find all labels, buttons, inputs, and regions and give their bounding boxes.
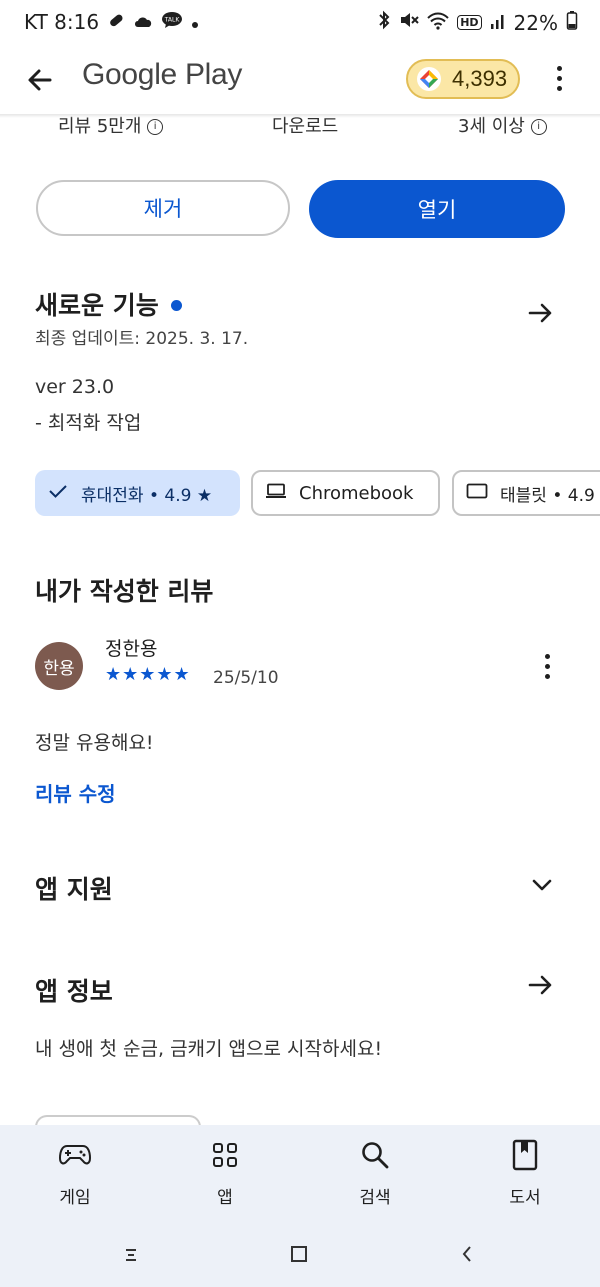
open-button[interactable]: 열기 — [309, 180, 565, 238]
nav-books[interactable]: 도서 — [475, 1139, 575, 1208]
book-icon — [475, 1139, 575, 1171]
mute-icon — [399, 10, 419, 35]
apps-grid-icon — [175, 1139, 275, 1171]
chip-chromebook-label: Chromebook — [299, 482, 414, 504]
app-support-title[interactable]: 앱 지원 — [35, 870, 113, 906]
page-title: Google Play — [82, 58, 243, 91]
chevron-down-icon[interactable] — [527, 870, 557, 900]
uninstall-button[interactable]: 제거 — [36, 180, 290, 236]
search-icon — [325, 1139, 425, 1171]
last-updated: 최종 업데이트: 2025. 3. 17. — [35, 329, 249, 349]
dot-icon — [191, 10, 199, 34]
app-bar-shadow — [0, 114, 600, 118]
check-icon — [49, 483, 67, 503]
status-left: KT 8:16 TALK — [24, 10, 199, 34]
battery-text: 22% — [513, 10, 558, 35]
signal-icon — [490, 11, 506, 35]
home-icon[interactable] — [290, 1244, 308, 1269]
cloud-icon — [133, 10, 153, 34]
rating-stars: ★★★★★ — [105, 664, 191, 685]
chip-tablet-label: 태블릿 • 4.9 — [500, 485, 595, 506]
review-author: 정한용 — [105, 638, 158, 660]
version-text: ver 23.0 — [35, 376, 115, 398]
pill-icon — [107, 10, 125, 34]
wifi-icon — [427, 11, 449, 35]
gamepad-icon — [25, 1139, 125, 1171]
chip-phone-label: 휴대전화 • 4.9 ★ — [81, 485, 213, 506]
nav-books-label: 도서 — [509, 1188, 541, 1208]
hd-icon: HD — [457, 15, 482, 30]
points-value: 4,393 — [452, 66, 508, 91]
recent-apps-icon[interactable] — [124, 1244, 138, 1269]
system-back-icon[interactable] — [460, 1244, 474, 1269]
chip-chromebook[interactable]: Chromebook — [251, 470, 440, 516]
back-arrow-icon[interactable] — [22, 62, 58, 98]
review-text: 정말 유용해요! — [35, 732, 154, 754]
battery-icon — [566, 10, 578, 35]
arrow-right-icon[interactable] — [523, 970, 559, 1006]
play-points-button[interactable]: 4,393 — [406, 59, 520, 99]
nav-games[interactable]: 게임 — [25, 1139, 125, 1208]
my-review-title: 내가 작성한 리뷰 — [35, 577, 214, 606]
svg-text:TALK: TALK — [164, 17, 181, 24]
avatar: 한용 — [35, 642, 83, 690]
chip-tablet[interactable]: 태블릿 • 4.9 — [452, 470, 600, 516]
nav-search[interactable]: 검색 — [325, 1139, 425, 1208]
play-points-icon — [416, 66, 442, 92]
whats-new-title: 새로운 기능 — [35, 291, 159, 320]
nav-apps-label: 앱 — [217, 1188, 233, 1208]
laptop-icon — [265, 483, 287, 504]
app-info-title[interactable]: 앱 정보 — [35, 972, 113, 1008]
chip-phone[interactable]: 휴대전화 • 4.9 ★ — [35, 470, 240, 516]
whats-new-header[interactable]: 새로운 기능 — [35, 286, 182, 322]
carrier-time: KT 8:16 — [24, 10, 100, 34]
review-date: 25/5/10 — [213, 668, 279, 688]
status-bar: KT 8:16 TALK HD 22% — [0, 0, 600, 48]
new-indicator-dot — [170, 300, 182, 311]
review-more-icon[interactable] — [544, 654, 550, 679]
release-note: - 최적화 작업 — [35, 412, 142, 434]
nav-games-label: 게임 — [59, 1188, 91, 1208]
nav-apps[interactable]: 앱 — [175, 1139, 275, 1208]
status-right: HD 22% — [377, 10, 578, 35]
more-options-icon[interactable] — [556, 66, 562, 91]
tablet-icon — [466, 483, 488, 504]
arrow-right-icon[interactable] — [523, 298, 559, 334]
bluetooth-icon — [377, 10, 391, 35]
info-icon: i — [530, 119, 547, 135]
talk-icon: TALK — [161, 10, 183, 34]
nav-search-label: 검색 — [359, 1188, 391, 1208]
edit-review-link[interactable]: 리뷰 수정 — [35, 778, 116, 807]
info-icon: i — [147, 119, 164, 135]
app-description: 내 생애 첫 순금, 금캐기 앱으로 시작하세요! — [35, 1038, 383, 1060]
